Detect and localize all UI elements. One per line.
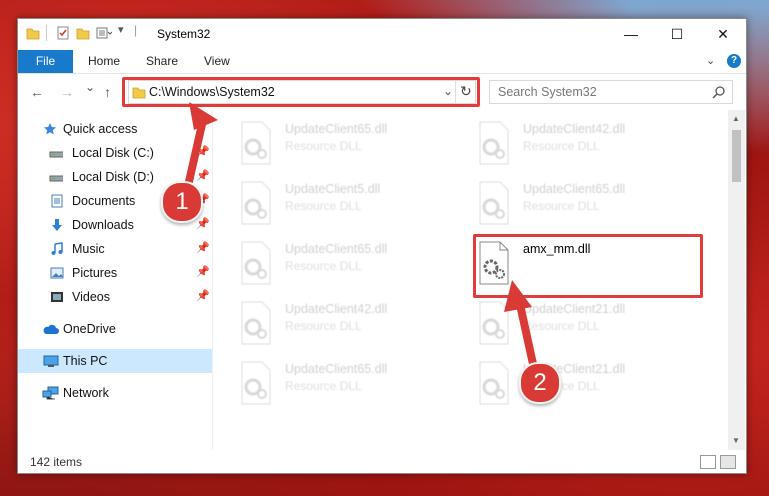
arrow-line-1 <box>184 119 207 187</box>
arrow-head-2 <box>504 280 532 312</box>
step-badge-1: 1 <box>161 181 203 223</box>
arrow-line-2 <box>515 299 537 365</box>
annotation-arrows <box>184 102 537 365</box>
arrow-head-1 <box>189 102 218 130</box>
step-badge-2: 2 <box>519 362 561 404</box>
